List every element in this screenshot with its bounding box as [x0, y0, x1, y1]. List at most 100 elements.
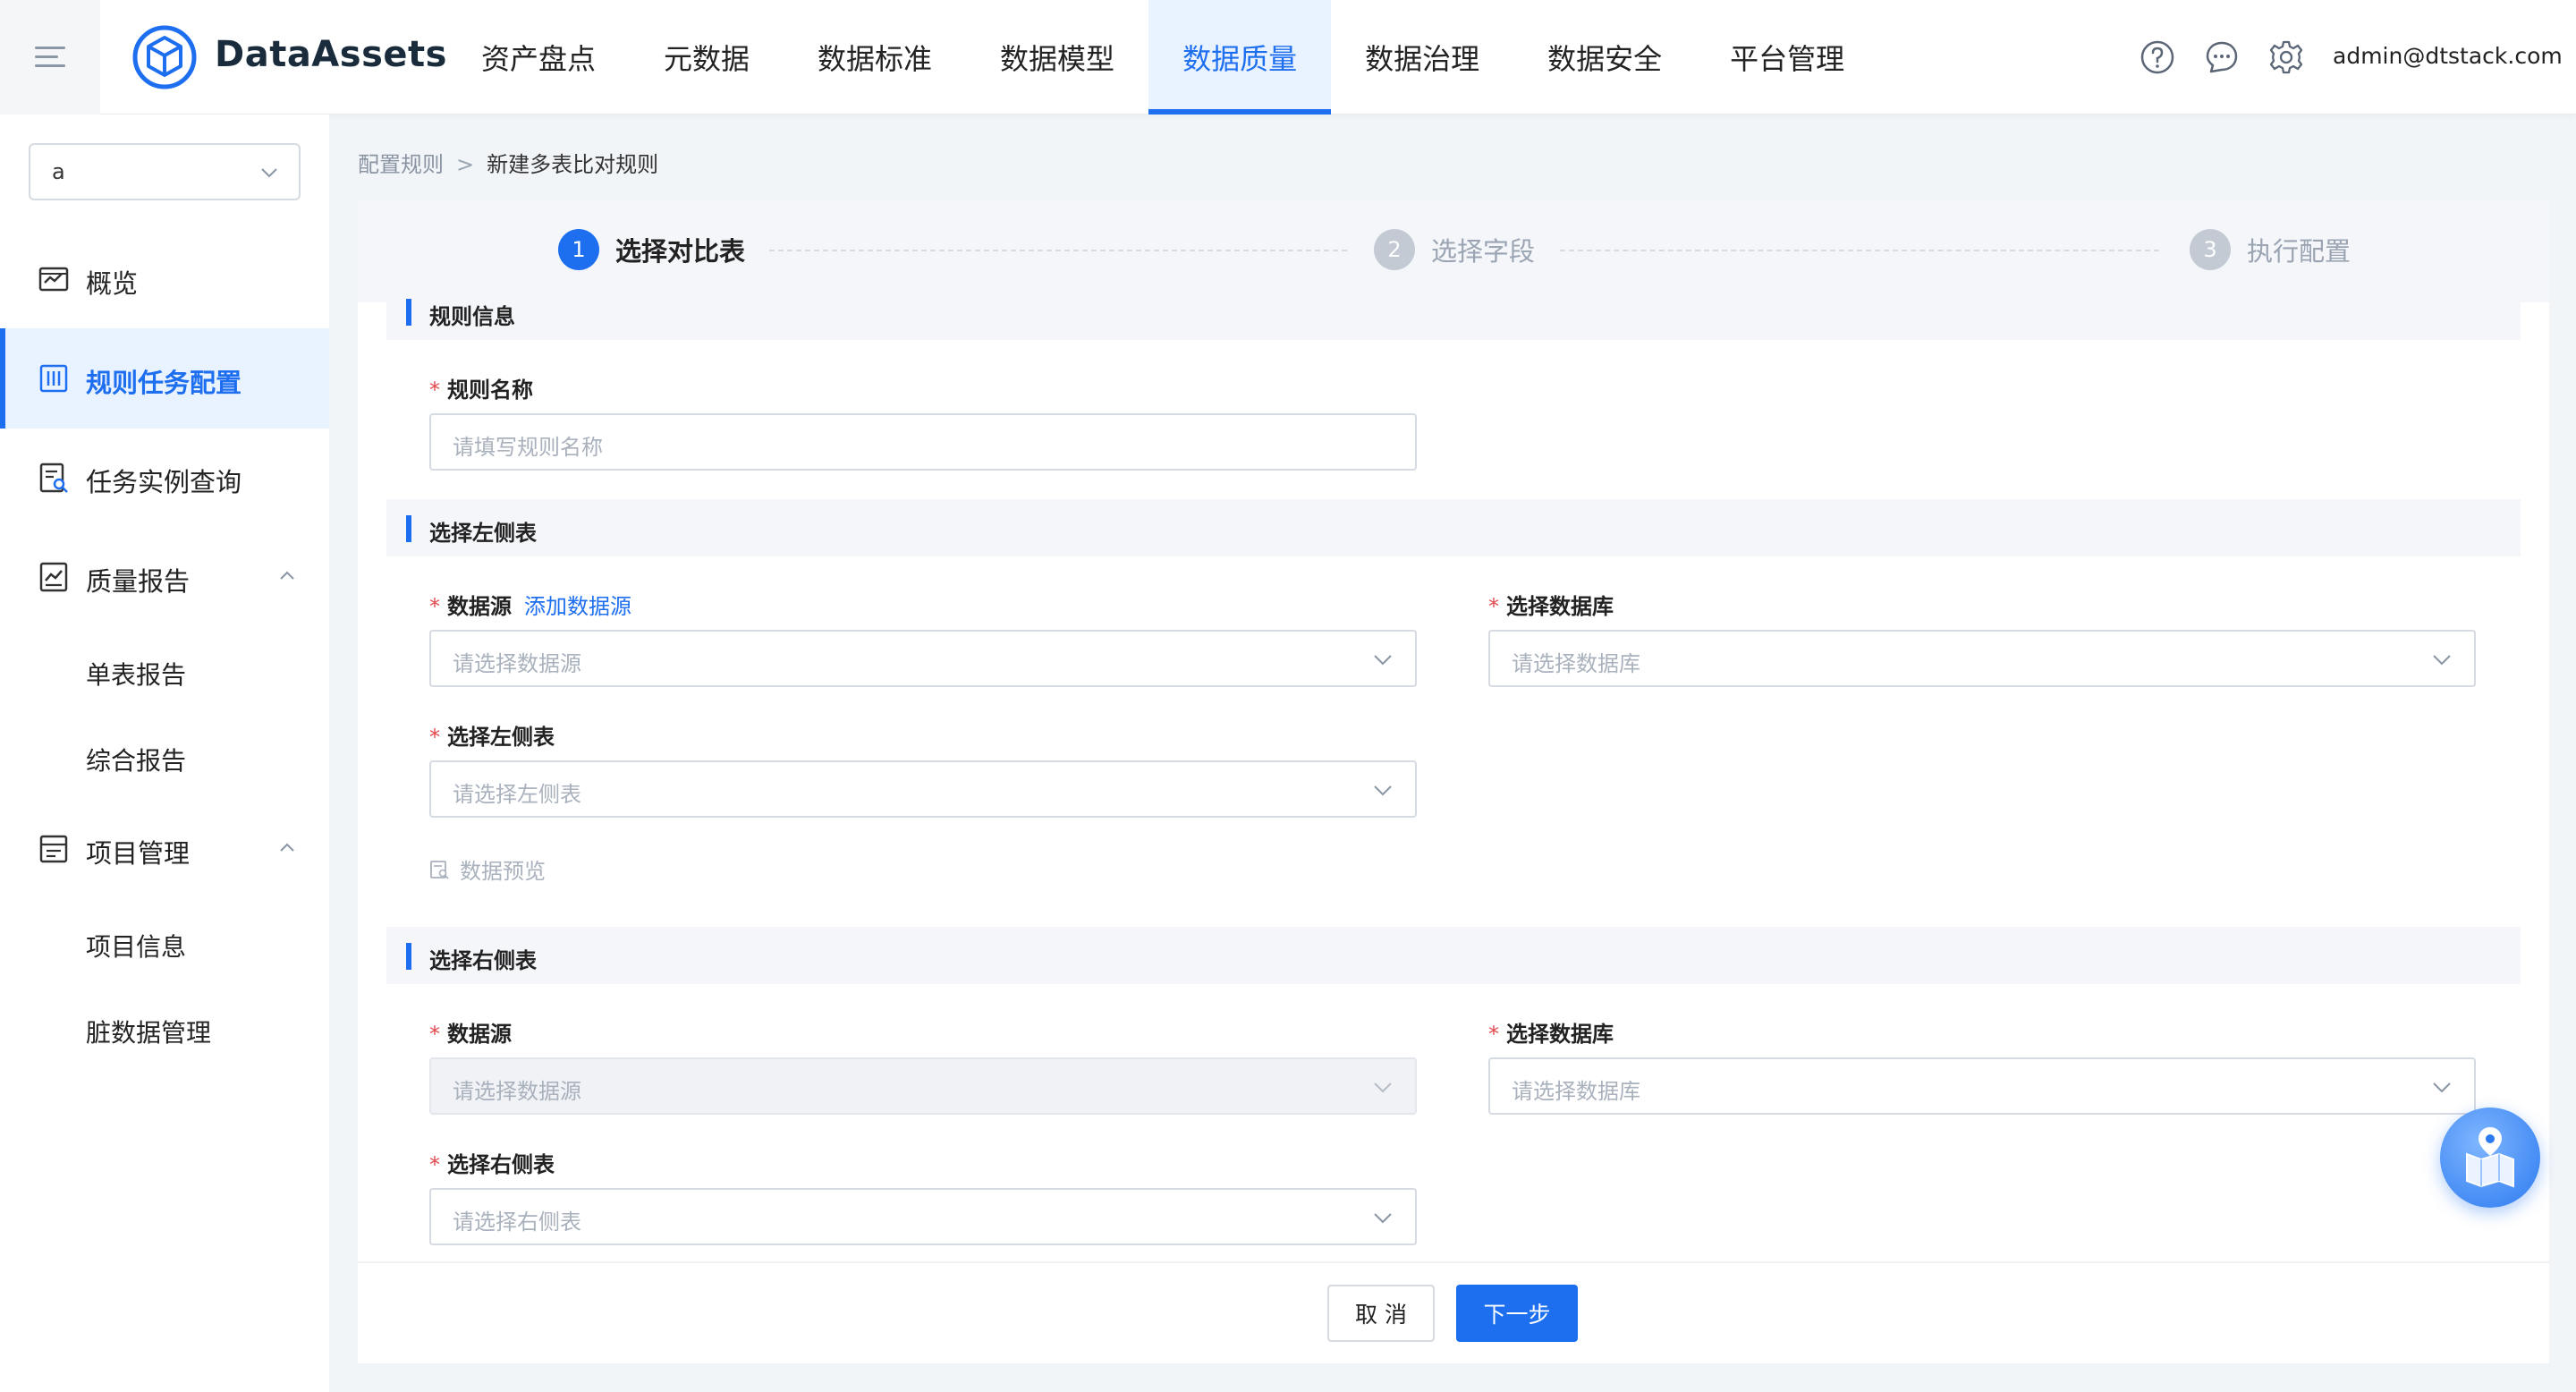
right-source-label-text: 数据源 — [447, 1022, 512, 1047]
nav-data-security[interactable]: 数据安全 — [1513, 0, 1696, 115]
breadcrumb: 配置规则 > 新建多表比对规则 — [358, 147, 658, 178]
dataassets-logo-icon — [132, 25, 197, 89]
nav-asset-inventory[interactable]: 资产盘点 — [447, 0, 630, 115]
required-mark: * — [429, 594, 440, 619]
right-db-placeholder: 请选择数据库 — [1512, 1079, 1640, 1104]
left-table-select[interactable]: 请选择左侧表 — [429, 760, 1417, 818]
menu-icon — [35, 45, 65, 70]
add-data-source-link[interactable]: 添加数据源 — [524, 594, 631, 619]
left-source-label-text: 数据源 — [447, 594, 512, 619]
project-icon — [39, 835, 68, 863]
left-source-label: * 数据源 添加数据源 — [429, 589, 631, 620]
sidebar-item-rule-config[interactable]: 规则任务配置 — [0, 328, 329, 429]
sidebar-subitem-overall-report[interactable]: 综合报告 — [86, 742, 186, 777]
nav-data-standard[interactable]: 数据标准 — [784, 0, 966, 115]
right-source-placeholder: 请选择数据源 — [453, 1079, 581, 1104]
left-table-label-text: 选择左侧表 — [447, 725, 555, 750]
chevron-down-icon — [1374, 1213, 1392, 1224]
help-icon[interactable] — [2140, 39, 2175, 75]
nav-metadata[interactable]: 元数据 — [630, 0, 784, 115]
preview-icon — [430, 860, 449, 879]
breadcrumb-separator-icon: > — [456, 152, 475, 177]
sidebar: a 概览 规则任务配置 任务实例查询 质量报告 单表报告 综合报告 项目管理 项… — [0, 115, 329, 1392]
right-table-label-text: 选择右侧表 — [447, 1152, 555, 1177]
next-step-button[interactable]: 下一步 — [1456, 1285, 1578, 1342]
right-db-select[interactable]: 请选择数据库 — [1488, 1057, 2476, 1115]
sidebar-subitem-project-info[interactable]: 项目信息 — [86, 928, 186, 963]
section-marker — [406, 299, 411, 326]
sidebar-item-quality-report[interactable]: 质量报告 — [0, 527, 329, 627]
message-icon[interactable] — [2204, 39, 2240, 75]
step-connector — [1560, 250, 2159, 251]
chevron-down-icon — [2433, 1082, 2451, 1093]
section-title: 规则信息 — [429, 304, 515, 329]
data-preview-label: 数据预览 — [460, 859, 546, 884]
left-table-label: * 选择左侧表 — [429, 719, 555, 751]
project-select[interactable]: a — [29, 143, 301, 200]
right-db-label-text: 选择数据库 — [1506, 1022, 1614, 1047]
left-table-placeholder: 请选择左侧表 — [453, 782, 581, 807]
section-marker — [406, 515, 411, 542]
nav-platform-admin[interactable]: 平台管理 — [1696, 0, 1878, 115]
nav-data-model[interactable]: 数据模型 — [966, 0, 1148, 115]
right-table-placeholder: 请选择右侧表 — [453, 1210, 581, 1235]
main-nav: 资产盘点 元数据 数据标准 数据模型 数据质量 数据治理 数据安全 平台管理 — [447, 0, 1878, 115]
sidebar-item-label: 项目管理 — [86, 838, 191, 869]
right-source-label: * 数据源 — [429, 1016, 512, 1048]
section-title: 选择右侧表 — [429, 948, 537, 973]
required-mark: * — [429, 378, 440, 403]
chevron-down-icon — [1374, 785, 1392, 796]
section-rule-info: 规则信息 — [386, 283, 2521, 340]
step-number: 2 — [1374, 229, 1415, 270]
settings-icon[interactable] — [2268, 39, 2304, 75]
brand-name: DataAssets — [215, 34, 447, 75]
right-table-label: * 选择右侧表 — [429, 1147, 555, 1178]
help-center-button[interactable] — [2440, 1108, 2540, 1208]
rule-name-label-text: 规则名称 — [447, 378, 533, 403]
right-source-select[interactable]: 请选择数据源 — [429, 1057, 1417, 1115]
map-guide-icon — [2466, 1127, 2514, 1188]
chevron-down-icon — [2433, 655, 2451, 666]
sidebar-item-label: 任务实例查询 — [86, 467, 242, 497]
project-select-value: a — [52, 159, 65, 184]
step-label: 选择对比表 — [615, 236, 746, 267]
right-db-label: * 选择数据库 — [1488, 1016, 1614, 1048]
user-account[interactable]: admin@dtstack.com — [2333, 43, 2563, 69]
required-mark: * — [429, 1152, 440, 1177]
left-db-label-text: 选择数据库 — [1506, 594, 1614, 619]
required-mark: * — [1488, 594, 1499, 619]
right-table-select[interactable]: 请选择右侧表 — [429, 1188, 1417, 1245]
rule-name-input[interactable]: 请填写规则名称 — [429, 413, 1417, 471]
sidebar-subitem-single-report[interactable]: 单表报告 — [86, 656, 186, 692]
rule-config-icon — [39, 364, 68, 393]
required-mark: * — [429, 1022, 440, 1047]
step-2: 2 选择字段 — [1374, 227, 1535, 272]
step-connector — [769, 250, 1347, 251]
sidebar-item-project-admin[interactable]: 项目管理 — [0, 799, 329, 899]
footer-divider — [358, 1261, 2549, 1263]
step-number: 3 — [2190, 229, 2231, 270]
data-preview-button[interactable]: 数据预览 — [429, 853, 546, 885]
instance-query-icon — [39, 463, 68, 493]
nav-data-quality[interactable]: 数据质量 — [1148, 0, 1332, 115]
left-db-label: * 选择数据库 — [1488, 589, 1614, 620]
rule-name-label: * 规则名称 — [429, 372, 533, 403]
left-source-placeholder: 请选择数据源 — [453, 651, 581, 676]
step-label: 选择字段 — [1431, 236, 1536, 267]
nav-data-governance[interactable]: 数据治理 — [1331, 0, 1513, 115]
left-db-select[interactable]: 请选择数据库 — [1488, 630, 2476, 687]
cancel-button[interactable]: 取 消 — [1327, 1285, 1435, 1342]
breadcrumb-current: 新建多表比对规则 — [487, 152, 659, 177]
sidebar-item-overview[interactable]: 概览 — [0, 229, 329, 329]
breadcrumb-parent[interactable]: 配置规则 — [358, 152, 444, 177]
section-right-table: 选择右侧表 — [386, 927, 2521, 984]
rule-name-placeholder: 请填写规则名称 — [453, 435, 603, 460]
section-left-table: 选择左侧表 — [386, 499, 2521, 556]
required-mark: * — [1488, 1022, 1499, 1047]
left-source-select[interactable]: 请选择数据源 — [429, 630, 1417, 687]
menu-toggle-button[interactable] — [0, 0, 100, 115]
required-mark: * — [429, 725, 440, 750]
sidebar-item-instance-query[interactable]: 任务实例查询 — [0, 428, 329, 528]
sidebar-subitem-dirty-data[interactable]: 脏数据管理 — [86, 1014, 211, 1049]
chevron-down-icon — [261, 168, 277, 178]
